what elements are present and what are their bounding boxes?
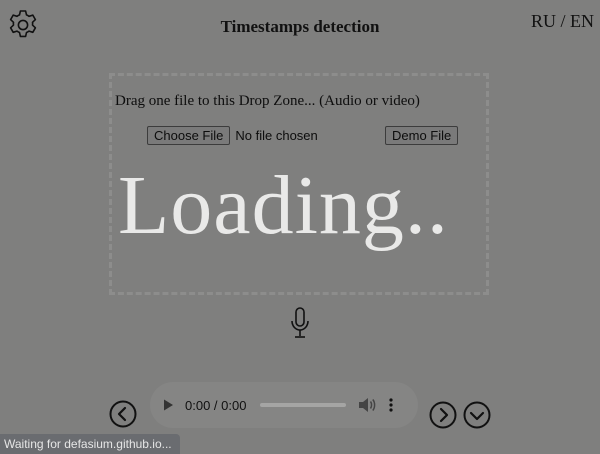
choose-file-button[interactable]: Choose File <box>147 126 231 145</box>
loading-overlay-text: Loading.. <box>118 159 449 252</box>
chevron-right-icon[interactable] <box>429 401 457 429</box>
no-file-chosen-text: No file chosen <box>235 128 318 143</box>
language-switcher: RU / EN <box>531 11 594 32</box>
microphone-icon[interactable] <box>289 307 311 339</box>
browser-status-bar: Waiting for defasium.github.io... <box>0 434 180 454</box>
player-time: 0:00 / 0:00 <box>185 397 247 413</box>
play-icon[interactable] <box>161 398 175 412</box>
file-input[interactable]: Choose File No file chosen <box>147 126 318 145</box>
demo-file-button[interactable]: Demo File <box>385 126 459 145</box>
player-progress-bar[interactable] <box>260 403 347 407</box>
lang-ru-link[interactable]: RU <box>531 11 556 31</box>
chevron-left-icon[interactable] <box>109 400 137 428</box>
more-vertical-icon[interactable] <box>388 397 394 413</box>
lang-en-link[interactable]: EN <box>570 11 594 31</box>
lang-separator: / <box>555 11 570 31</box>
audio-player[interactable]: 0:00 / 0:00 <box>150 382 418 428</box>
page-title: Timestamps detection <box>220 17 380 36</box>
volume-icon[interactable] <box>358 397 376 413</box>
drop-zone-instruction: Drag one file to this Drop Zone... (Audi… <box>115 93 420 109</box>
chevron-down-icon[interactable] <box>463 401 491 429</box>
